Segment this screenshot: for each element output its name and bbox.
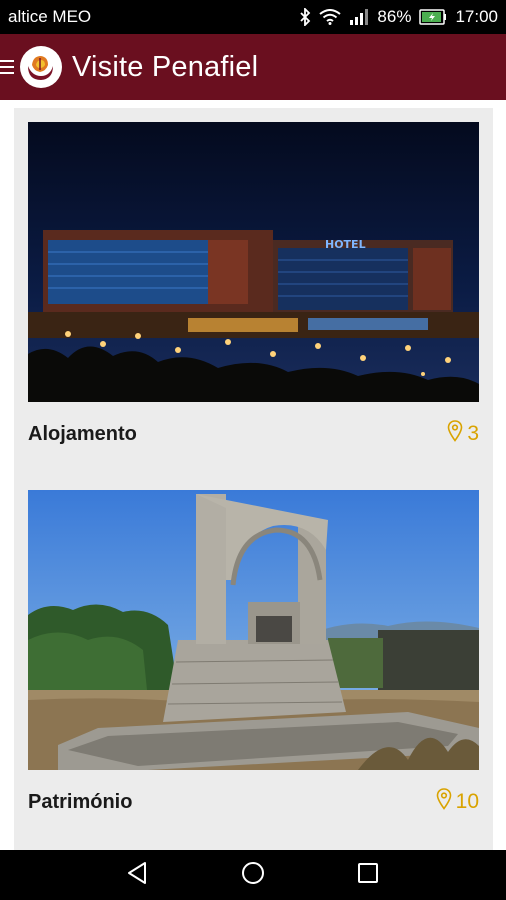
location-pin-icon [447,420,463,448]
count-value: 3 [467,422,479,445]
app-title: Visite Penafiel [72,50,259,83]
category-card-patrimonio[interactable]: Património 10 [14,476,493,848]
monument-image [28,490,479,770]
wifi-icon [319,9,342,25]
card-footer: Património 10 [28,770,479,834]
recents-icon[interactable] [355,860,381,891]
hotel-image: HOTEL [28,122,479,402]
back-icon[interactable] [125,860,151,891]
count-value: 10 [455,790,479,813]
svg-text:HOTEL: HOTEL [325,238,366,251]
category-title: Património [28,790,133,813]
home-icon[interactable] [240,860,266,891]
app-bar: Visite Penafiel [0,34,506,100]
clock: 17:00 [455,7,498,26]
navigation-bar [0,850,506,900]
card-footer: Alojamento 3 [28,402,479,466]
category-count: 3 [447,420,479,448]
app-logo [20,46,62,88]
location-pin-icon [436,788,452,816]
category-card-alojamento[interactable]: HOTEL Alojamento 3 [14,108,493,480]
status-icons: 86% 17:00 [299,7,498,27]
category-count: 10 [436,788,479,816]
bluetooth-icon [299,8,311,26]
menu-icon[interactable] [0,57,16,77]
signal-icon [349,9,369,25]
status-bar: altice MEO 86% 17:00 [0,0,506,34]
carrier-name: altice MEO [8,7,92,26]
battery-icon [419,9,447,25]
battery-percent: 86% [377,7,412,26]
category-card-next[interactable] [14,843,493,850]
category-list: HOTEL Alojamento 3 Património 10 [0,100,506,850]
category-title: Alojamento [28,422,137,445]
